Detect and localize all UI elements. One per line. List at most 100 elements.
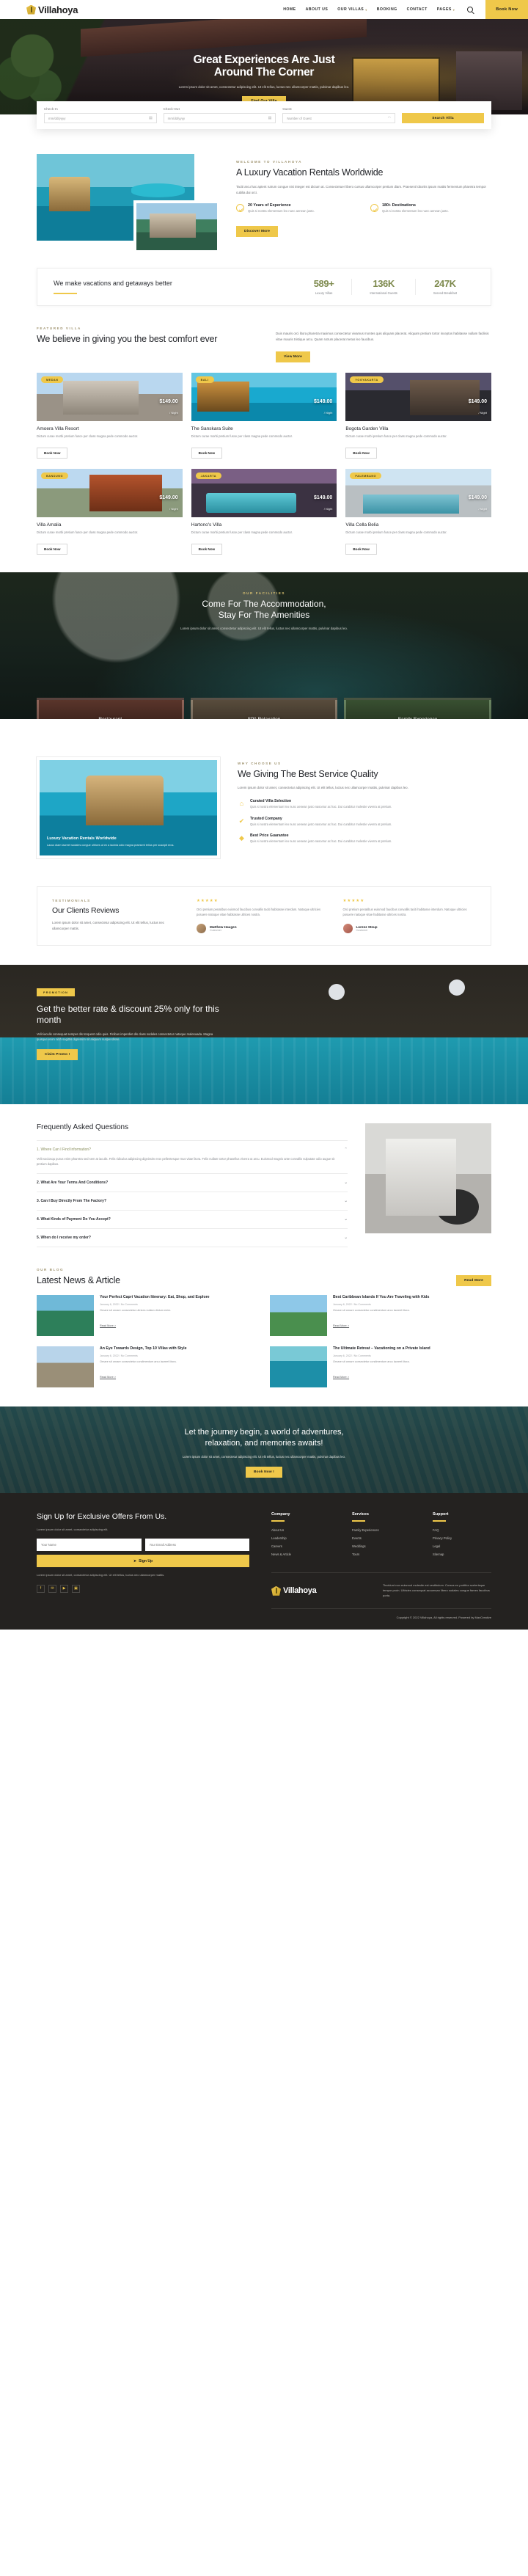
- nav-item-about-us[interactable]: ABOUT US: [306, 7, 329, 12]
- why-feature-title: Trusted Company: [250, 816, 282, 821]
- instagram-icon[interactable]: ▣: [72, 1584, 80, 1593]
- facility-card-restaurant[interactable]: Restaurant: [37, 698, 184, 720]
- main-nav: HOME ABOUT US OUR VILLAS ▾ BOOKING CONTAC…: [283, 0, 528, 19]
- faq-question[interactable]: 4. What Kinds of Payment Do You Accept? …: [37, 1217, 348, 1222]
- faq-question[interactable]: 1. Where Can I Find Information? ⌃: [37, 1147, 348, 1152]
- why-feature-list: ⌂ Curated Villa Selection Quis si nostra…: [238, 799, 491, 844]
- guest-input[interactable]: Number of Guest ◠: [282, 113, 396, 123]
- nav-item-our-villas[interactable]: OUR VILLAS ▾: [337, 7, 367, 12]
- villa-card[interactable]: PALEMBANG $149.00 / Night Villa Cella Be…: [345, 469, 491, 555]
- why-image: Luxury Vacation Rentals Worldwide Lacus …: [37, 757, 220, 859]
- view-more-button[interactable]: View More: [276, 351, 310, 363]
- check-circle-icon: [370, 204, 378, 213]
- discover-more-button[interactable]: Discover More: [236, 226, 279, 238]
- villa-card[interactable]: BANDUNG $149.00 / Night Villa Amalia Dic…: [37, 469, 183, 555]
- faq-item[interactable]: 5. When do I receive my order? ⌄: [37, 1228, 348, 1248]
- villa-card[interactable]: JAKARTA $149.00 / Night Hartono's Villa …: [191, 469, 337, 555]
- claim-promo-button[interactable]: Claim Promo !: [37, 1049, 78, 1061]
- blog-post-desc: Ornare sit ornare consectetur ultrices n…: [100, 1309, 172, 1313]
- why-title: We Giving The Best Service Quality: [238, 769, 378, 780]
- villa-location-badge: BALI: [195, 376, 214, 384]
- footer-link-weddings[interactable]: Weddings: [352, 1544, 411, 1548]
- villa-book-now-button[interactable]: Book Now: [37, 448, 68, 459]
- villa-card[interactable]: BALI $149.00 / Night The Sanskara Suite …: [191, 373, 337, 459]
- villa-book-now-button[interactable]: Book Now: [345, 448, 377, 459]
- youtube-icon[interactable]: ▶: [60, 1584, 68, 1593]
- blog-post[interactable]: Best Caribbean Islands If You Are Travel…: [270, 1295, 491, 1337]
- name-input[interactable]: [37, 1539, 142, 1552]
- villa-price: $149.00 / Night: [314, 495, 333, 511]
- villa-book-now-button[interactable]: Book Now: [191, 544, 223, 555]
- footer-link-events[interactable]: Events: [352, 1536, 411, 1540]
- footer-link-news-article[interactable]: News & Article: [271, 1552, 330, 1556]
- facility-card-family[interactable]: Family Experience: [344, 698, 491, 720]
- blog-thumbnail: [270, 1346, 327, 1388]
- blog-post[interactable]: Your Perfect Capri Vacation Itinerary: E…: [37, 1295, 258, 1337]
- nav-item-home[interactable]: HOME: [283, 7, 296, 12]
- blog-post[interactable]: An Eye Towards Design, Top 10 Villas wit…: [37, 1346, 258, 1388]
- villa-book-now-button[interactable]: Book Now: [37, 544, 68, 555]
- blog-post-read-more[interactable]: Read More >: [100, 1324, 116, 1327]
- nav-item-pages[interactable]: PAGES ▾: [437, 7, 455, 12]
- faq-item[interactable]: 4. What Kinds of Payment Do You Accept? …: [37, 1210, 348, 1228]
- footer-link-legal[interactable]: Legal: [433, 1544, 491, 1548]
- faq-question[interactable]: 3. Can I Buy Directly From The Factory? …: [37, 1199, 348, 1203]
- checkin-input[interactable]: mm/dd/yyyy ▤: [44, 113, 157, 123]
- footer-link-sitemap[interactable]: Sitemap: [433, 1552, 491, 1556]
- faq-question[interactable]: 2. What Are Your Terms And Conditions? ⌄: [37, 1181, 348, 1185]
- villa-card[interactable]: MEDAN $149.00 / Night Amoera Villa Resor…: [37, 373, 183, 459]
- footer-link-family-experiences[interactable]: Family Experiences: [352, 1528, 411, 1532]
- faq-item[interactable]: 3. Can I Buy Directly From The Factory? …: [37, 1192, 348, 1210]
- footer-link-careers[interactable]: Careers: [271, 1544, 330, 1548]
- villa-card[interactable]: YOGYAKARTA $149.00 / Night Bogota Garden…: [345, 373, 491, 459]
- villa-image: BANDUNG $149.00 / Night: [37, 469, 183, 518]
- nav-item-booking[interactable]: BOOKING: [377, 7, 397, 12]
- testimonial-quote: Orci pretium penatibus euismod faucibus …: [197, 908, 321, 917]
- faq-item[interactable]: 1. Where Can I Find Information? ⌃ Velit…: [37, 1140, 348, 1173]
- blog-read-more-button[interactable]: Read More: [456, 1275, 491, 1287]
- facility-card-spa[interactable]: SPA Relaxation: [190, 698, 338, 720]
- signup-button[interactable]: ➤ Sign Up: [37, 1555, 249, 1568]
- facebook-icon[interactable]: f: [37, 1584, 45, 1593]
- footer-link-tours[interactable]: Tours: [352, 1552, 411, 1556]
- villa-image: PALEMBANG $149.00 / Night: [345, 469, 491, 518]
- footer-link-privacy-policy[interactable]: Privacy Policy: [433, 1536, 491, 1540]
- faq-section: Frequently Asked Questions 1. Where Can …: [37, 1104, 491, 1263]
- footer-link-about-us[interactable]: About Us: [271, 1528, 330, 1532]
- search-icon[interactable]: [467, 7, 474, 12]
- search-villa-button[interactable]: Search Villa: [402, 113, 485, 123]
- faq-question[interactable]: 5. When do I receive my order? ⌄: [37, 1236, 348, 1240]
- email-input[interactable]: [144, 1539, 249, 1552]
- villa-book-now-button[interactable]: Book Now: [345, 544, 377, 555]
- site-header: Villahoya HOME ABOUT US OUR VILLAS ▾ BOOK…: [0, 0, 528, 19]
- book-now-button[interactable]: Book Now: [485, 0, 528, 19]
- nav-item-contact[interactable]: CONTACT: [407, 7, 428, 12]
- checkout-input[interactable]: mm/dd/yyyy ▤: [163, 113, 276, 123]
- blog-post[interactable]: The Ultimate Retreat – Vacationing on a …: [270, 1346, 491, 1388]
- blog-post-title: An Eye Towards Design, Top 10 Villas wit…: [100, 1346, 187, 1351]
- social-links: f ✉ ▶ ▣: [37, 1584, 249, 1593]
- stat-value: 136K: [373, 278, 395, 289]
- facilities-title: Come For The Accommodation, Stay For The…: [202, 599, 326, 621]
- booking-bar-section: Check-In mm/dd/yyyy ▤ Check-Out mm/dd/yy…: [0, 101, 528, 141]
- avatar: [342, 924, 353, 934]
- facilities-section: OUR FACILITIES Come For The Accommodatio…: [0, 572, 528, 720]
- cta-book-now-button[interactable]: Book Now !: [246, 1467, 282, 1478]
- price-tag-icon: ◆: [239, 834, 244, 842]
- facility-card-list: Restaurant SPA Relaxation Family Experie…: [37, 698, 491, 720]
- blog-thumbnail: [270, 1295, 327, 1337]
- twitter-icon[interactable]: ✉: [48, 1584, 56, 1593]
- blog-post-read-more[interactable]: Read More >: [333, 1324, 349, 1327]
- footer-link-leadership[interactable]: Leadership: [271, 1536, 330, 1540]
- blog-post-read-more[interactable]: Read More >: [333, 1376, 349, 1379]
- blog-post-meta: January 6, 2022 / No Comments: [333, 1354, 371, 1358]
- blog-section: OUR BLOG Latest News & Article Read More…: [37, 1263, 491, 1406]
- checkout-value: mm/dd/yyyy: [167, 116, 186, 120]
- villahoya-logo-icon: [26, 4, 36, 15]
- faq-item[interactable]: 2. What Are Your Terms And Conditions? ⌄: [37, 1173, 348, 1192]
- brand-logo[interactable]: Villahoya: [26, 4, 78, 15]
- blog-post-read-more[interactable]: Read More >: [100, 1376, 116, 1379]
- footer-link-faq[interactable]: FAQ: [433, 1528, 491, 1532]
- villa-book-now-button[interactable]: Book Now: [191, 448, 223, 459]
- footer-brand-logo[interactable]: Villahoya: [271, 1583, 367, 1598]
